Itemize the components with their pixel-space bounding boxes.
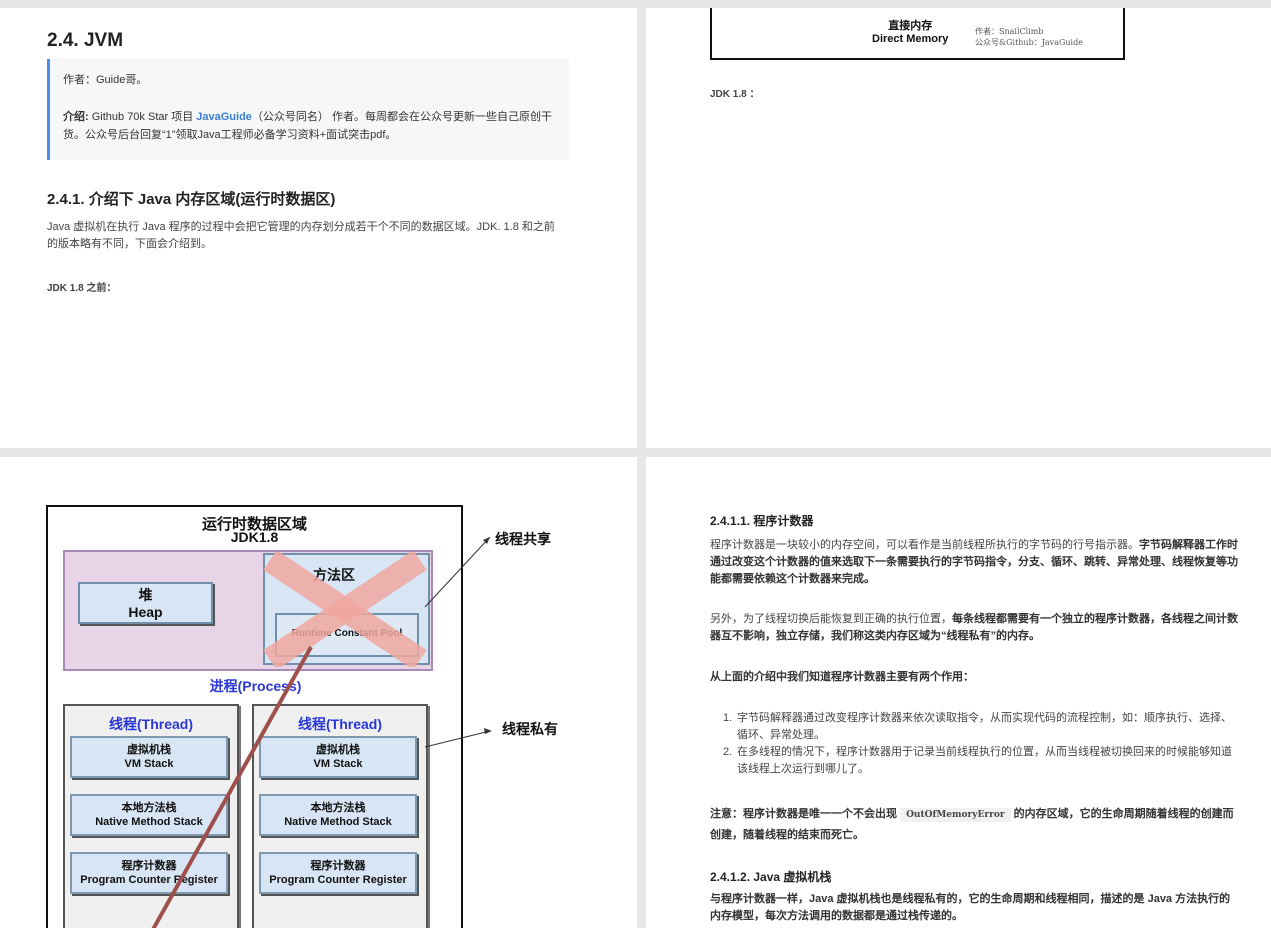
javaguide-link[interactable]: JavaGuide	[196, 111, 252, 123]
connector-arrows	[424, 536, 492, 748]
direct-memory-box: 直接内存 Direct Memory 作者：SnailClimb 公众号&Git…	[710, 8, 1125, 60]
subsection-title: 2.4.1. 介绍下 Java 内存区域(运行时数据区)	[47, 191, 336, 208]
pc-p1-a: 程序计数器是一块较小的内存空间，可以看作是当前线程所执行的字节码的行号指示器。	[710, 539, 1139, 551]
document-page-3: 运行时数据区域 JDK1.8 堆 Heap 方法区 Runtime Consta…	[0, 457, 637, 928]
credit-line-1: 作者：SnailClimb	[975, 27, 1044, 36]
jdk18-label: JDK 1.8 ：	[710, 89, 760, 100]
thread-private-label: 线程私有	[502, 721, 558, 737]
credit-line-2: 公众号&Github：JavaGuide	[975, 38, 1083, 47]
pc-p2-a: 另外，为了线程切换后能恢复到正确的执行位置，	[710, 613, 952, 625]
jdk-before-label: JDK 1.8 之前：	[47, 283, 117, 294]
list-item-text: 在多线程的情况下，程序计数器用于记录当前线程执行的位置，从而当线程被切换回来的时…	[737, 746, 1232, 775]
intro-label: 介绍:	[63, 111, 89, 123]
runtime-data-area-diagram: 运行时数据区域 JDK1.8 堆 Heap 方法区 Runtime Consta…	[46, 505, 463, 928]
pc-paragraph-3: 从上面的介绍中我们知道程序计数器主要有两个作用：	[710, 671, 974, 683]
intro-pre: Github 70k Star 项目	[88, 111, 197, 123]
vm-stack-section-title: 2.4.1.2. Java 虚拟机栈	[710, 870, 832, 884]
list-item-text: 字节码解释器通过改变程序计数器来依次读取指令，从而实现代码的流程控制，如：顺序执…	[737, 712, 1232, 741]
document-page-4: 2.4.1.1. 程序计数器 程序计数器是一块较小的内存空间，可以看作是当前线程…	[646, 457, 1271, 928]
pointer-line	[151, 646, 313, 928]
pc-paragraph-2: 另外，为了线程切换后能恢复到正确的执行位置，每条线程都需要有一个独立的程序计数器…	[710, 611, 1240, 645]
intro-text: 介绍: Github 70k Star 项目 JavaGuide（公众号同名） …	[63, 108, 563, 144]
direct-memory-en: Direct Memory	[872, 33, 949, 45]
section-title: 2.4. JVM	[47, 30, 124, 51]
pc-note: 注意：程序计数器是唯一一个不会出现 OutOfMemoryError 的内存区域…	[710, 804, 1240, 845]
intro-blockquote: 作者：Guide哥。 介绍: Github 70k Star 项目 JavaGu…	[47, 59, 569, 160]
pc-paragraph-1: 程序计数器是一块较小的内存空间，可以看作是当前线程所执行的字节码的行号指示器。字…	[710, 537, 1240, 588]
thread-shared-label: 线程共享	[495, 531, 551, 547]
direct-memory-cn: 直接内存	[888, 20, 933, 32]
author-line: 作者：Guide哥。	[63, 74, 148, 86]
note-code: OutOfMemoryError	[900, 808, 1011, 822]
pc-section-title: 2.4.1.1. 程序计数器	[710, 514, 814, 528]
note-a: 注意：程序计数器是唯一一个不会出现	[710, 808, 901, 820]
vm-stack-paragraph: 与程序计数器一样，Java 虚拟机栈也是线程私有的，它的生命周期和线程相同，描述…	[710, 893, 1231, 922]
document-page-1: 2.4. JVM 作者：Guide哥。 介绍: Github 70k Star …	[0, 8, 637, 448]
document-page-2: 直接内存 Direct Memory 作者：SnailClimb 公众号&Git…	[646, 8, 1271, 448]
memory-area-paragraph: Java 虚拟机在执行 Java 程序的过程中会把它管理的内存划分成若干个不同的…	[47, 221, 555, 250]
